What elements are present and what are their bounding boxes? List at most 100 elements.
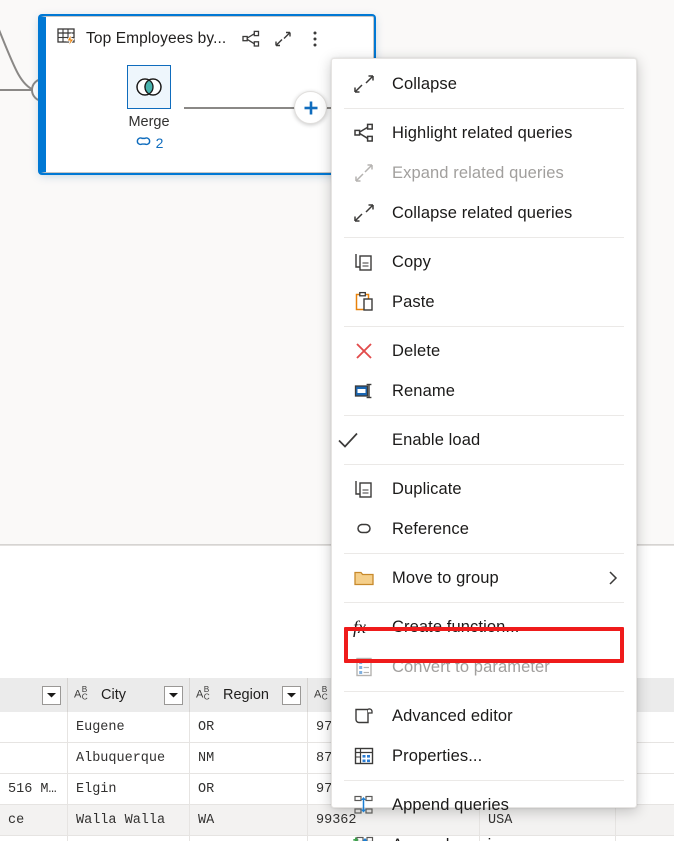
menu-item-label: Append queries as new bbox=[392, 836, 567, 841]
cell: Elgin bbox=[68, 774, 190, 804]
menu-item-collapse-related-queries[interactable]: Collapse related queries bbox=[332, 193, 636, 233]
menu-separator bbox=[344, 326, 624, 327]
menu-item-advanced-editor[interactable]: Advanced editor bbox=[332, 696, 636, 736]
menu-item-label: Properties... bbox=[392, 747, 482, 766]
collapse-diagonal-icon bbox=[344, 73, 384, 95]
menu-item-label: Paste bbox=[392, 293, 435, 312]
menu-item-expand-related-queries: Expand related queries bbox=[332, 153, 636, 193]
merge-step-label: Merge bbox=[114, 114, 184, 130]
svg-text:A: A bbox=[196, 689, 204, 701]
menu-item-label: Convert to parameter bbox=[392, 658, 550, 677]
merge-venn-icon bbox=[127, 65, 171, 109]
duplicate-icon bbox=[344, 478, 384, 500]
menu-item-append-queries-as-new[interactable]: Append queries as new bbox=[332, 825, 636, 841]
svg-text:fx: fx bbox=[353, 617, 366, 637]
column-filter-button[interactable] bbox=[282, 686, 301, 705]
menu-item-label: Advanced editor bbox=[392, 707, 513, 726]
menu-item-paste[interactable]: Paste bbox=[332, 282, 636, 322]
grid-column-header[interactable] bbox=[0, 678, 68, 712]
menu-separator bbox=[344, 464, 624, 465]
menu-item-reference[interactable]: Reference bbox=[332, 509, 636, 549]
svg-text:C: C bbox=[204, 692, 210, 701]
menu-item-label: Copy bbox=[392, 253, 431, 272]
menu-separator bbox=[344, 602, 624, 603]
menu-separator bbox=[344, 691, 624, 692]
cell: 516 M… bbox=[0, 774, 68, 804]
menu-item-label: Duplicate bbox=[392, 480, 462, 499]
table-query-icon bbox=[56, 26, 78, 53]
chevron-right-icon bbox=[606, 569, 620, 587]
column-filter-button[interactable] bbox=[164, 686, 183, 705]
power-query-diagram-view: Top Employees by... bbox=[0, 0, 674, 841]
query-card[interactable]: Top Employees by... bbox=[40, 16, 374, 173]
query-context-menu[interactable]: Collapse Highlight related queries bbox=[331, 58, 637, 808]
menu-separator bbox=[344, 108, 624, 109]
cell: ce bbox=[0, 805, 68, 835]
column-filter-button[interactable] bbox=[42, 686, 61, 705]
advanced-editor-icon bbox=[344, 705, 384, 727]
menu-item-copy[interactable]: Copy bbox=[332, 242, 636, 282]
rename-icon bbox=[344, 380, 384, 402]
menu-item-label: Collapse related queries bbox=[392, 204, 572, 223]
menu-item-label: Rename bbox=[392, 382, 455, 401]
menu-item-label: Append queries bbox=[392, 796, 509, 815]
menu-item-label: Enable load bbox=[392, 431, 480, 450]
cell: WA bbox=[190, 805, 308, 835]
checkmark-icon bbox=[328, 429, 368, 451]
abc-text-icon: A B C bbox=[196, 684, 218, 706]
merge-step-node[interactable]: Merge 2 bbox=[114, 65, 184, 151]
folder-icon bbox=[344, 568, 384, 588]
cell: OR bbox=[190, 774, 308, 804]
collapse-icon[interactable] bbox=[272, 28, 294, 50]
menu-item-duplicate[interactable]: Duplicate bbox=[332, 469, 636, 509]
reference-link-icon bbox=[344, 519, 384, 539]
menu-item-label: Reference bbox=[392, 520, 469, 539]
linked-queries-icon bbox=[135, 134, 152, 151]
collapse-diagonal-icon bbox=[344, 202, 384, 224]
menu-item-append-queries[interactable]: Append queries bbox=[332, 785, 636, 825]
menu-item-label: Highlight related queries bbox=[392, 124, 572, 143]
more-options-icon[interactable] bbox=[304, 28, 326, 50]
properties-icon bbox=[344, 745, 384, 767]
cell: Walla Walla bbox=[68, 805, 190, 835]
grid-column-header-city[interactable]: A B C City bbox=[68, 678, 190, 712]
menu-item-label: Move to group bbox=[392, 569, 499, 588]
query-card-header-actions bbox=[240, 28, 326, 50]
fx-function-icon: fx bbox=[344, 616, 384, 638]
menu-item-convert-to-parameter: Convert to parameter bbox=[332, 647, 636, 687]
menu-separator bbox=[344, 237, 624, 238]
menu-item-collapse[interactable]: Collapse bbox=[332, 64, 636, 104]
query-card-header: Top Employees by... bbox=[46, 17, 373, 61]
grid-column-header-region[interactable]: A B C Region bbox=[190, 678, 308, 712]
cell: Albuquerque bbox=[68, 743, 190, 773]
menu-item-create-function[interactable]: fx Create function... bbox=[332, 607, 636, 647]
add-step-button[interactable] bbox=[294, 91, 327, 124]
cell: Eugene bbox=[68, 712, 190, 742]
menu-item-move-to-group[interactable]: Move to group bbox=[332, 558, 636, 598]
svg-text:A: A bbox=[74, 689, 82, 701]
linked-queries-count: 2 bbox=[156, 135, 164, 151]
query-card-title: Top Employees by... bbox=[86, 30, 226, 48]
column-name: City bbox=[101, 687, 126, 703]
menu-item-rename[interactable]: Rename bbox=[332, 371, 636, 411]
highlight-related-queries-icon[interactable] bbox=[240, 28, 262, 50]
menu-item-properties[interactable]: Properties... bbox=[332, 736, 636, 776]
svg-text:A: A bbox=[314, 689, 322, 701]
copy-icon bbox=[344, 251, 384, 273]
append-queries-as-new-icon bbox=[344, 834, 384, 841]
delete-x-icon bbox=[344, 340, 384, 362]
column-name: Region bbox=[223, 687, 269, 703]
menu-item-highlight-related-queries[interactable]: Highlight related queries bbox=[332, 113, 636, 153]
menu-item-label: Delete bbox=[392, 342, 440, 361]
cell bbox=[68, 836, 190, 841]
cell: OR bbox=[190, 712, 308, 742]
menu-separator bbox=[344, 553, 624, 554]
linked-queries-indicator[interactable]: 2 bbox=[114, 134, 184, 151]
menu-separator bbox=[344, 415, 624, 416]
menu-item-enable-load[interactable]: Enable load bbox=[332, 420, 636, 460]
menu-item-label: Collapse bbox=[392, 75, 457, 94]
cell bbox=[190, 836, 308, 841]
abc-text-icon: A B C bbox=[74, 684, 96, 706]
cell bbox=[0, 743, 68, 773]
menu-item-delete[interactable]: Delete bbox=[332, 331, 636, 371]
